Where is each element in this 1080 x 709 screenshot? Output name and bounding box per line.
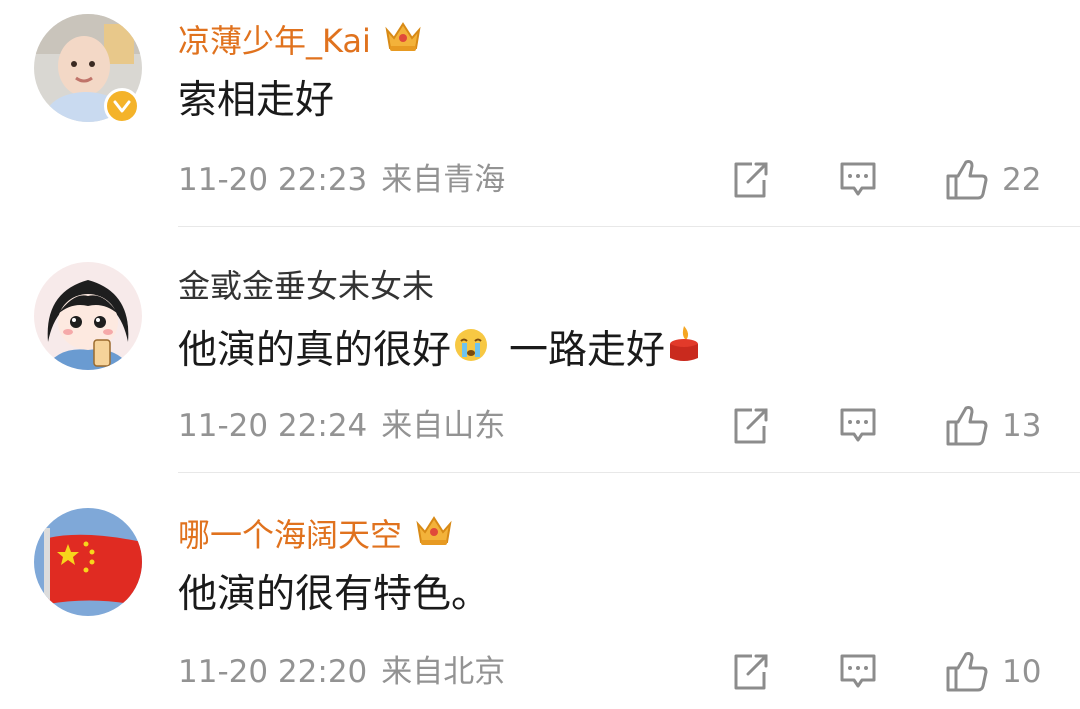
like-count: 13: [1002, 408, 1042, 444]
thumbs-up-icon: [946, 406, 988, 446]
location: 来自青海: [381, 162, 506, 198]
username-text[interactable]: 金戜金垂女未女未: [178, 266, 434, 306]
share-icon: [734, 654, 768, 690]
comment-text-part: 他演的真的很好: [178, 327, 452, 373]
vip-crown-icon: [383, 18, 423, 63]
thumbs-up-icon: [946, 160, 988, 200]
reply-button[interactable]: [838, 404, 878, 448]
share-icon: [734, 162, 768, 198]
share-icon: [734, 408, 768, 444]
crying-emoji-icon: [453, 326, 489, 376]
comment-meta: 11-20 22:20 来自北京: [178, 652, 505, 692]
timestamp: 11-20 22:20: [178, 654, 368, 690]
share-button[interactable]: [730, 404, 770, 448]
comment-icon: [840, 162, 876, 196]
like-button[interactable]: 22: [944, 158, 1041, 202]
reply-button[interactable]: [838, 158, 878, 202]
thumbs-up-icon: [946, 652, 988, 692]
comment-text-part: 一路走好: [509, 327, 666, 373]
location: 来自北京: [381, 654, 506, 690]
timestamp: 11-20 22:24: [178, 408, 368, 444]
username[interactable]: 哪一个海阔天空: [178, 512, 454, 557]
comment-icon: [840, 408, 876, 442]
username-text[interactable]: 凉薄少年_Kai: [178, 21, 371, 61]
comment-meta: 11-20 22:23 来自青海: [178, 160, 505, 200]
divider: [178, 472, 1080, 473]
verified-badge: [104, 88, 140, 124]
divider: [178, 226, 1080, 227]
username-text[interactable]: 哪一个海阔天空: [178, 515, 402, 555]
candle-emoji-icon: [667, 324, 701, 377]
like-count: 10: [1002, 654, 1042, 690]
comment-icon: [840, 654, 876, 688]
comment-text: 他演的真的很好 一路走好: [178, 324, 703, 377]
location: 来自山东: [381, 408, 506, 444]
comment-meta: 11-20 22:24 来自山东: [178, 406, 505, 446]
like-button[interactable]: 10: [944, 650, 1041, 694]
avatar[interactable]: [34, 262, 142, 370]
reply-button[interactable]: [838, 650, 878, 694]
comment-text: 索相走好: [178, 78, 335, 123]
like-count: 22: [1002, 162, 1042, 198]
username[interactable]: 金戜金垂女未女未: [178, 266, 434, 306]
vip-crown-icon: [414, 512, 454, 557]
share-button[interactable]: [730, 650, 770, 694]
avatar[interactable]: [34, 508, 142, 616]
comment-text: 他演的很有特色。: [178, 572, 491, 617]
share-button[interactable]: [730, 158, 770, 202]
timestamp: 11-20 22:23: [178, 162, 368, 198]
like-button[interactable]: 13: [944, 404, 1041, 448]
username[interactable]: 凉薄少年_Kai: [178, 18, 423, 63]
